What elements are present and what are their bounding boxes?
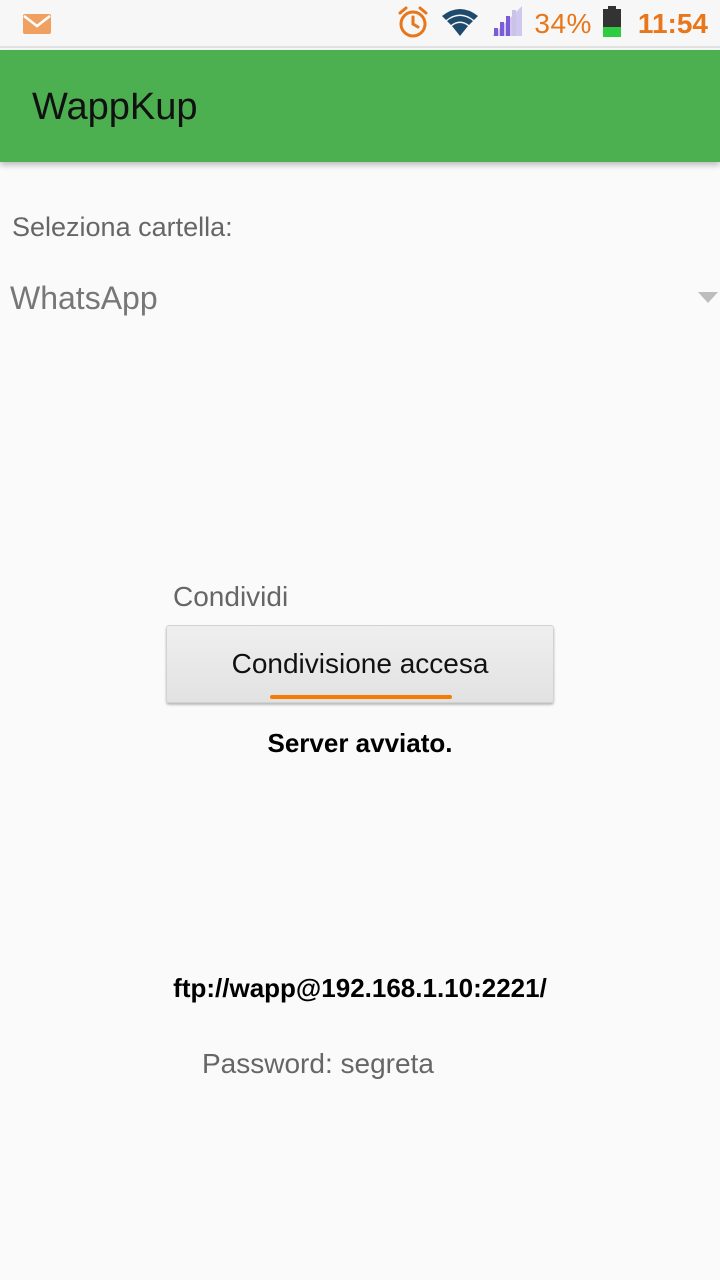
share-toggle-button[interactable]: Condivisione accesa [166,625,554,703]
password-text: Password: segreta [202,1048,434,1079]
wifi-icon [440,6,480,43]
app-title: WappKup [32,86,198,128]
alarm-icon [396,5,430,44]
folder-select-label: Seleziona cartella: [12,212,233,242]
status-icons: 34% 11:54 [386,0,708,48]
dropdown-arrow-icon [698,292,718,303]
battery-icon [602,5,622,43]
clock: 11:54 [637,8,708,39]
toggle-on-indicator [270,695,452,699]
battery-percent: 34% [534,8,592,39]
folder-spinner-value: WhatsApp [10,280,158,316]
mail-icon [23,14,51,39]
app-bar: WappKup [0,50,720,162]
signal-icon [490,5,524,43]
server-status: Server avviato. [267,728,453,758]
folder-spinner[interactable]: WhatsApp [0,268,720,332]
share-label: Condividi [173,581,289,612]
share-toggle-label: Condivisione accesa [231,648,489,679]
ftp-url: ftp://wapp@192.168.1.10:2221/ [173,973,547,1003]
status-bar: 34% 11:54 [0,0,720,48]
